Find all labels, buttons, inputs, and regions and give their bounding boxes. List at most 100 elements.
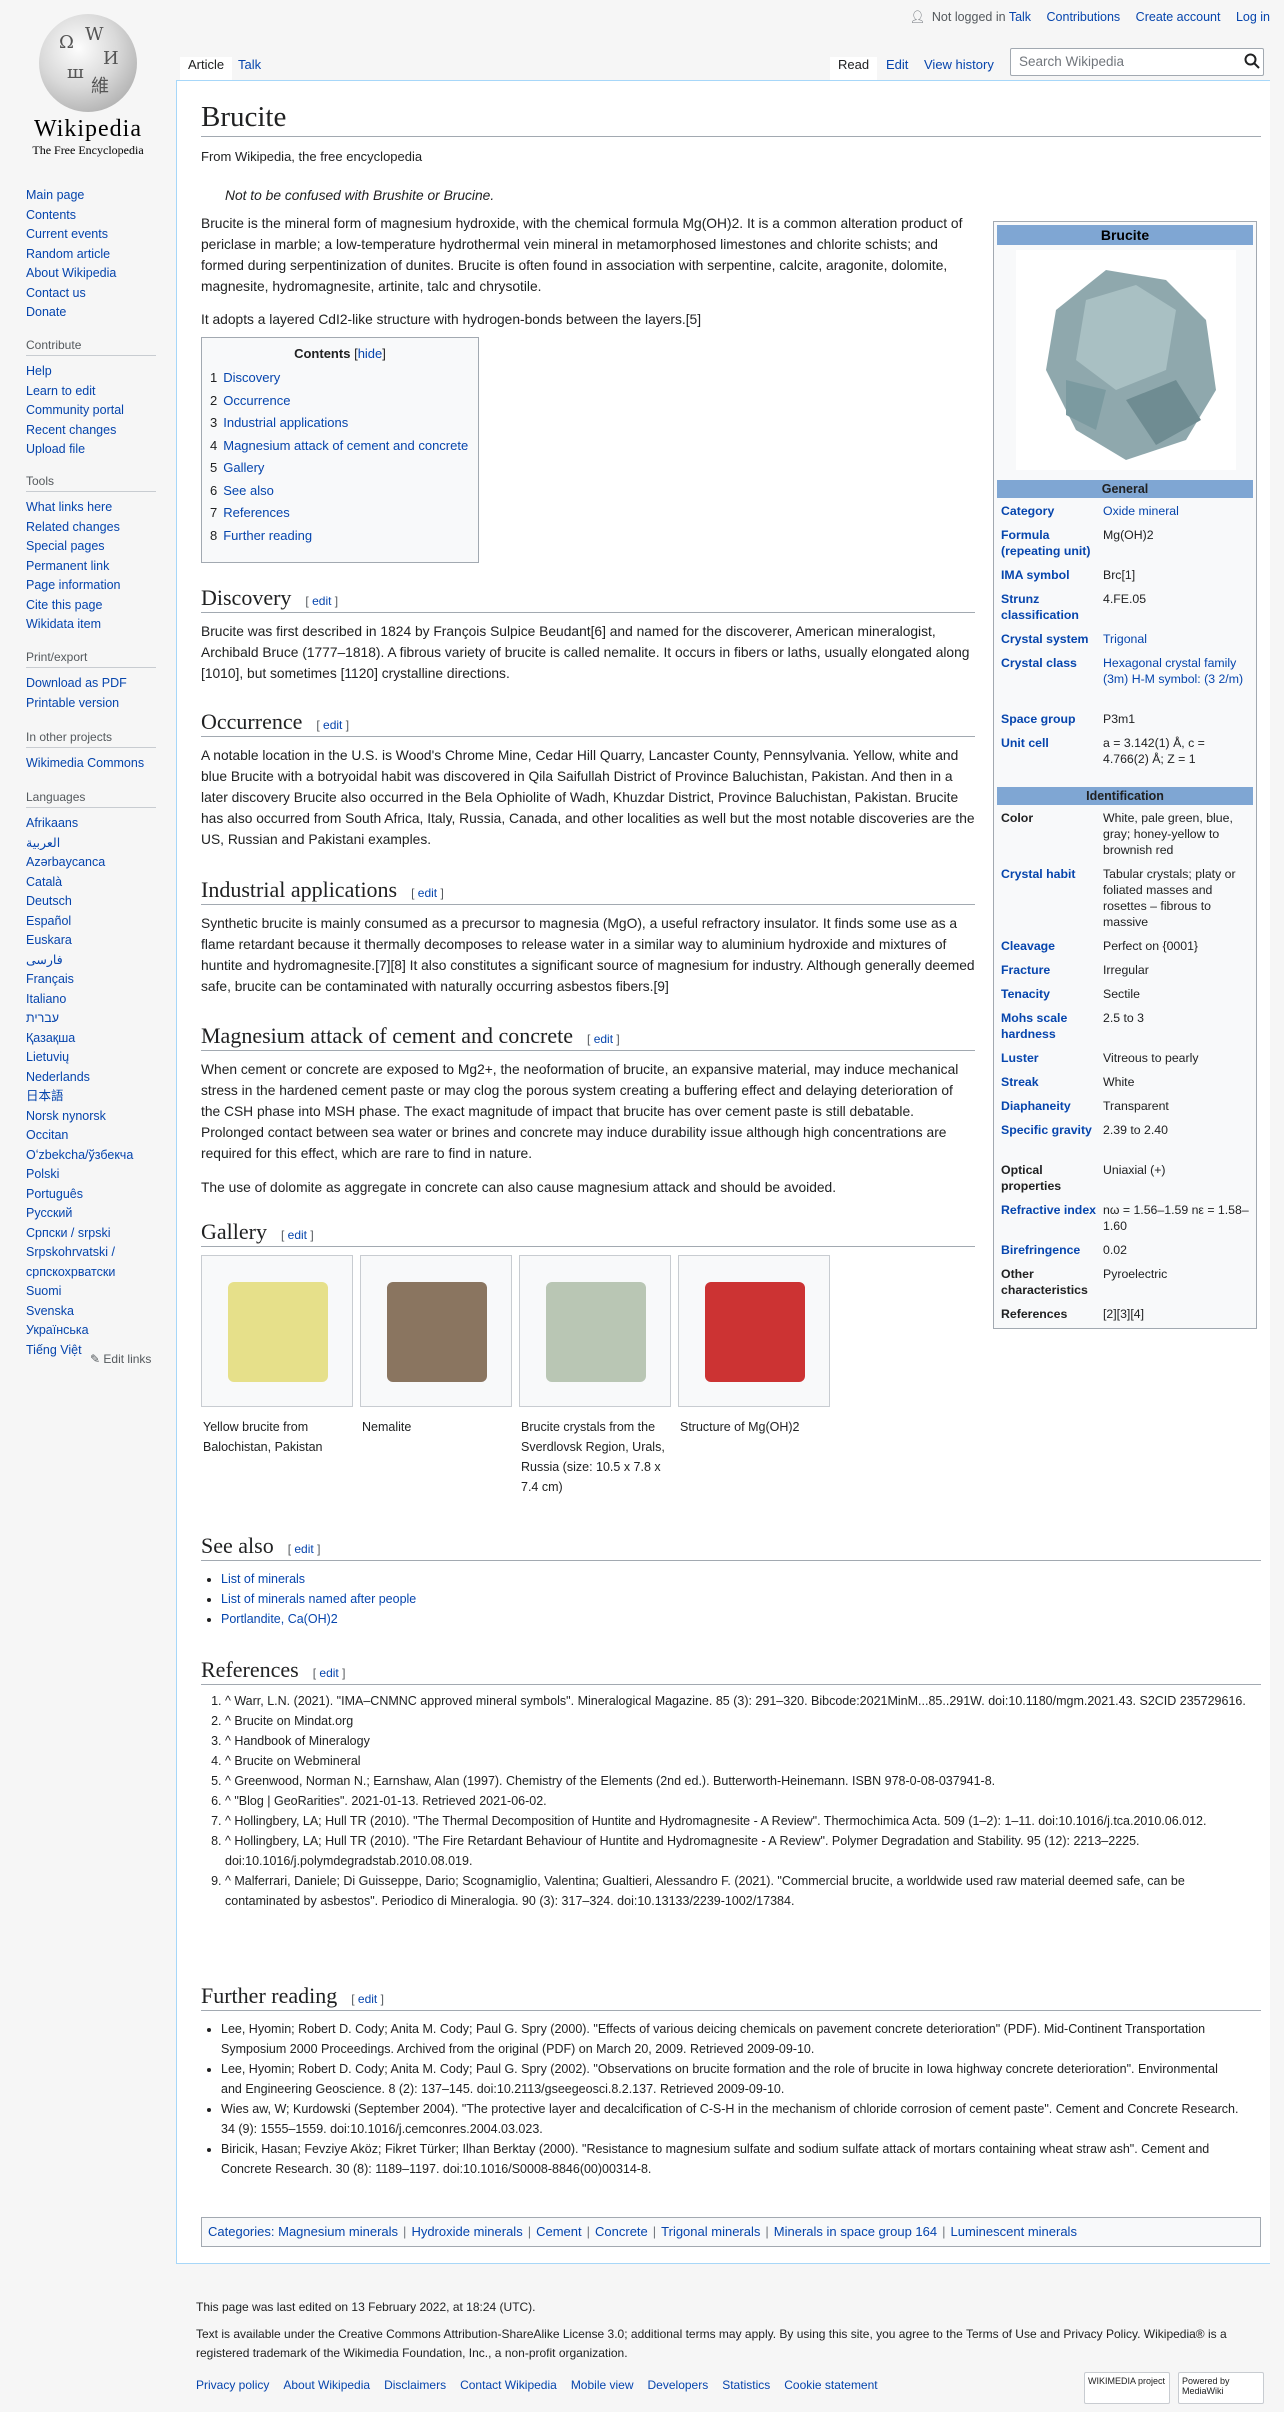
tools-item-link[interactable]: Special pages [26, 539, 105, 553]
toc-hide-toggle[interactable]: hide [358, 346, 383, 361]
toc-link[interactable]: References [223, 505, 289, 520]
see-also-link[interactable]: List of minerals [221, 1572, 305, 1586]
language-item-link[interactable]: Nederlands [26, 1070, 90, 1084]
toc-item[interactable]: 5 Gallery [210, 457, 470, 480]
language-item-link[interactable]: Українська [26, 1323, 89, 1337]
tab-talk[interactable]: Talk [230, 57, 269, 81]
gallery-image-box[interactable] [201, 1255, 353, 1407]
gallery-thumbnail[interactable] [546, 1282, 646, 1382]
footer-link[interactable]: About Wikipedia [283, 2378, 370, 2392]
language-item-link[interactable]: Español [26, 914, 71, 928]
print-item-link[interactable]: Download as PDF [26, 676, 127, 690]
edit-section-link[interactable]: edit [594, 1032, 613, 1046]
gallery-thumbnail[interactable] [705, 1282, 805, 1382]
contribute-item-link[interactable]: Upload file [26, 442, 85, 456]
nav-item-link[interactable]: Random article [26, 247, 110, 261]
infobox-value[interactable]: Hexagonal crystal family (3m) H-M symbol… [1103, 655, 1251, 687]
nav-item-link[interactable]: Contents [26, 208, 76, 222]
language-item-link[interactable]: Français [26, 972, 74, 986]
infobox-label[interactable]: Cleavage [1001, 938, 1101, 954]
create-account-link[interactable]: Create account [1136, 10, 1221, 24]
language-item-link[interactable]: Azərbaycanca [26, 855, 105, 869]
tools-item-link[interactable]: Cite this page [26, 598, 102, 612]
infobox-label[interactable]: Mohs scale hardness [1001, 1010, 1101, 1042]
tools-item-link[interactable]: Wikidata item [26, 617, 101, 631]
gallery-image-box[interactable] [519, 1255, 671, 1407]
toc-link[interactable]: See also [223, 483, 274, 498]
infobox-label[interactable]: Diaphaneity [1001, 1098, 1101, 1114]
toc-link[interactable]: Gallery [223, 460, 264, 475]
infobox-label[interactable]: Specific gravity [1001, 1122, 1101, 1138]
toc-link[interactable]: Magnesium attack of cement and concrete [223, 438, 468, 453]
tools-item-link[interactable]: Permanent link [26, 559, 109, 573]
login-link[interactable]: Log in [1236, 10, 1270, 24]
see-also-link[interactable]: Portlandite, Ca(OH)2 [221, 1612, 338, 1626]
infobox-label[interactable]: Crystal class [1001, 655, 1101, 671]
edit-section-link[interactable]: edit [418, 886, 437, 900]
tab-history[interactable]: View history [916, 57, 1002, 81]
infobox-label[interactable]: Space group [1001, 711, 1101, 727]
infobox-label[interactable]: Streak [1001, 1074, 1101, 1090]
language-item-link[interactable]: Lietuvių [26, 1050, 69, 1064]
contribute-item-link[interactable]: Learn to edit [26, 384, 96, 398]
nav-item-link[interactable]: Current events [26, 227, 108, 241]
infobox-label[interactable]: Crystal system [1001, 631, 1101, 647]
language-item-link[interactable]: Occitan [26, 1128, 68, 1142]
infobox-label[interactable]: Luster [1001, 1050, 1101, 1066]
category-link[interactable]: Luminescent minerals [951, 2224, 1077, 2239]
language-item-link[interactable]: Қазақша [26, 1031, 75, 1045]
tools-item-link[interactable]: Related changes [26, 520, 120, 534]
footer-link[interactable]: Privacy policy [196, 2378, 269, 2392]
category-link[interactable]: Trigonal minerals [661, 2224, 760, 2239]
language-item-link[interactable]: Euskara [26, 933, 72, 947]
tools-item-link[interactable]: What links here [26, 500, 112, 514]
infobox-label[interactable]: Fracture [1001, 962, 1101, 978]
categories-label[interactable]: Categories: [208, 2224, 274, 2239]
tab-read[interactable]: Read [830, 57, 878, 81]
language-item-link[interactable]: Polski [26, 1167, 59, 1181]
edit-section-link[interactable]: edit [319, 1666, 338, 1680]
infobox-value[interactable]: Oxide mineral [1103, 503, 1251, 519]
language-item-link[interactable]: Afrikaans [26, 816, 78, 830]
wikipedia-logo[interactable]: ΩWИш維 Wikipedia The Free Encyclopedia [26, 14, 150, 157]
footer-link[interactable]: Contact Wikipedia [460, 2378, 557, 2392]
language-item-link[interactable]: Svenska [26, 1304, 74, 1318]
language-item-link[interactable]: فارسی [26, 953, 63, 967]
toc-item[interactable]: 1 Discovery [210, 367, 470, 390]
gallery-thumbnail[interactable] [228, 1282, 328, 1382]
mediawiki-badge[interactable]: Powered by MediaWiki [1178, 2372, 1264, 2404]
other-project-item-link[interactable]: Wikimedia Commons [26, 756, 144, 770]
language-item-link[interactable]: Italiano [26, 992, 66, 1006]
wikimedia-badge[interactable]: WIKIMEDIA project [1084, 2372, 1170, 2404]
infobox-label[interactable]: Unit cell [1001, 735, 1101, 751]
infobox-label[interactable]: Strunz classification [1001, 591, 1101, 623]
infobox-label[interactable]: Tenacity [1001, 986, 1101, 1002]
infobox-label[interactable]: Birefringence [1001, 1242, 1101, 1258]
toc-item[interactable]: 2 Occurrence [210, 390, 470, 413]
contribute-item-link[interactable]: Recent changes [26, 423, 116, 437]
edit-section-link[interactable]: edit [294, 1542, 313, 1556]
category-link[interactable]: Concrete [595, 2224, 648, 2239]
language-item-link[interactable]: Srpskohrvatski / српскохрватски [26, 1245, 115, 1279]
tab-edit[interactable]: Edit [878, 57, 916, 81]
category-link[interactable]: Minerals in space group 164 [774, 2224, 937, 2239]
nav-item-link[interactable]: About Wikipedia [26, 266, 116, 280]
infobox-value[interactable]: Trigonal [1103, 631, 1251, 647]
infobox-label[interactable]: Category [1001, 503, 1101, 519]
toc-link[interactable]: Discovery [223, 370, 280, 385]
infobox-label[interactable]: IMA symbol [1001, 567, 1101, 583]
toc-item[interactable]: 6 See also [210, 480, 470, 503]
language-item-link[interactable]: Deutsch [26, 894, 72, 908]
footer-link[interactable]: Statistics [722, 2378, 770, 2392]
language-item-link[interactable]: Oʻzbekcha/ўзбекча [26, 1148, 133, 1162]
edit-section-link[interactable]: edit [312, 594, 331, 608]
gallery-thumbnail[interactable] [387, 1282, 487, 1382]
toc-item[interactable]: 4 Magnesium attack of cement and concrete [210, 435, 470, 458]
edit-section-link[interactable]: edit [358, 1992, 377, 2006]
edit-section-link[interactable]: edit [323, 718, 342, 732]
toc-link[interactable]: Occurrence [223, 393, 290, 408]
footer-link[interactable]: Mobile view [571, 2378, 634, 2392]
contributions-link[interactable]: Contributions [1047, 10, 1121, 24]
infobox-label[interactable]: Refractive index [1001, 1202, 1101, 1218]
contribute-item-link[interactable]: Help [26, 364, 52, 378]
